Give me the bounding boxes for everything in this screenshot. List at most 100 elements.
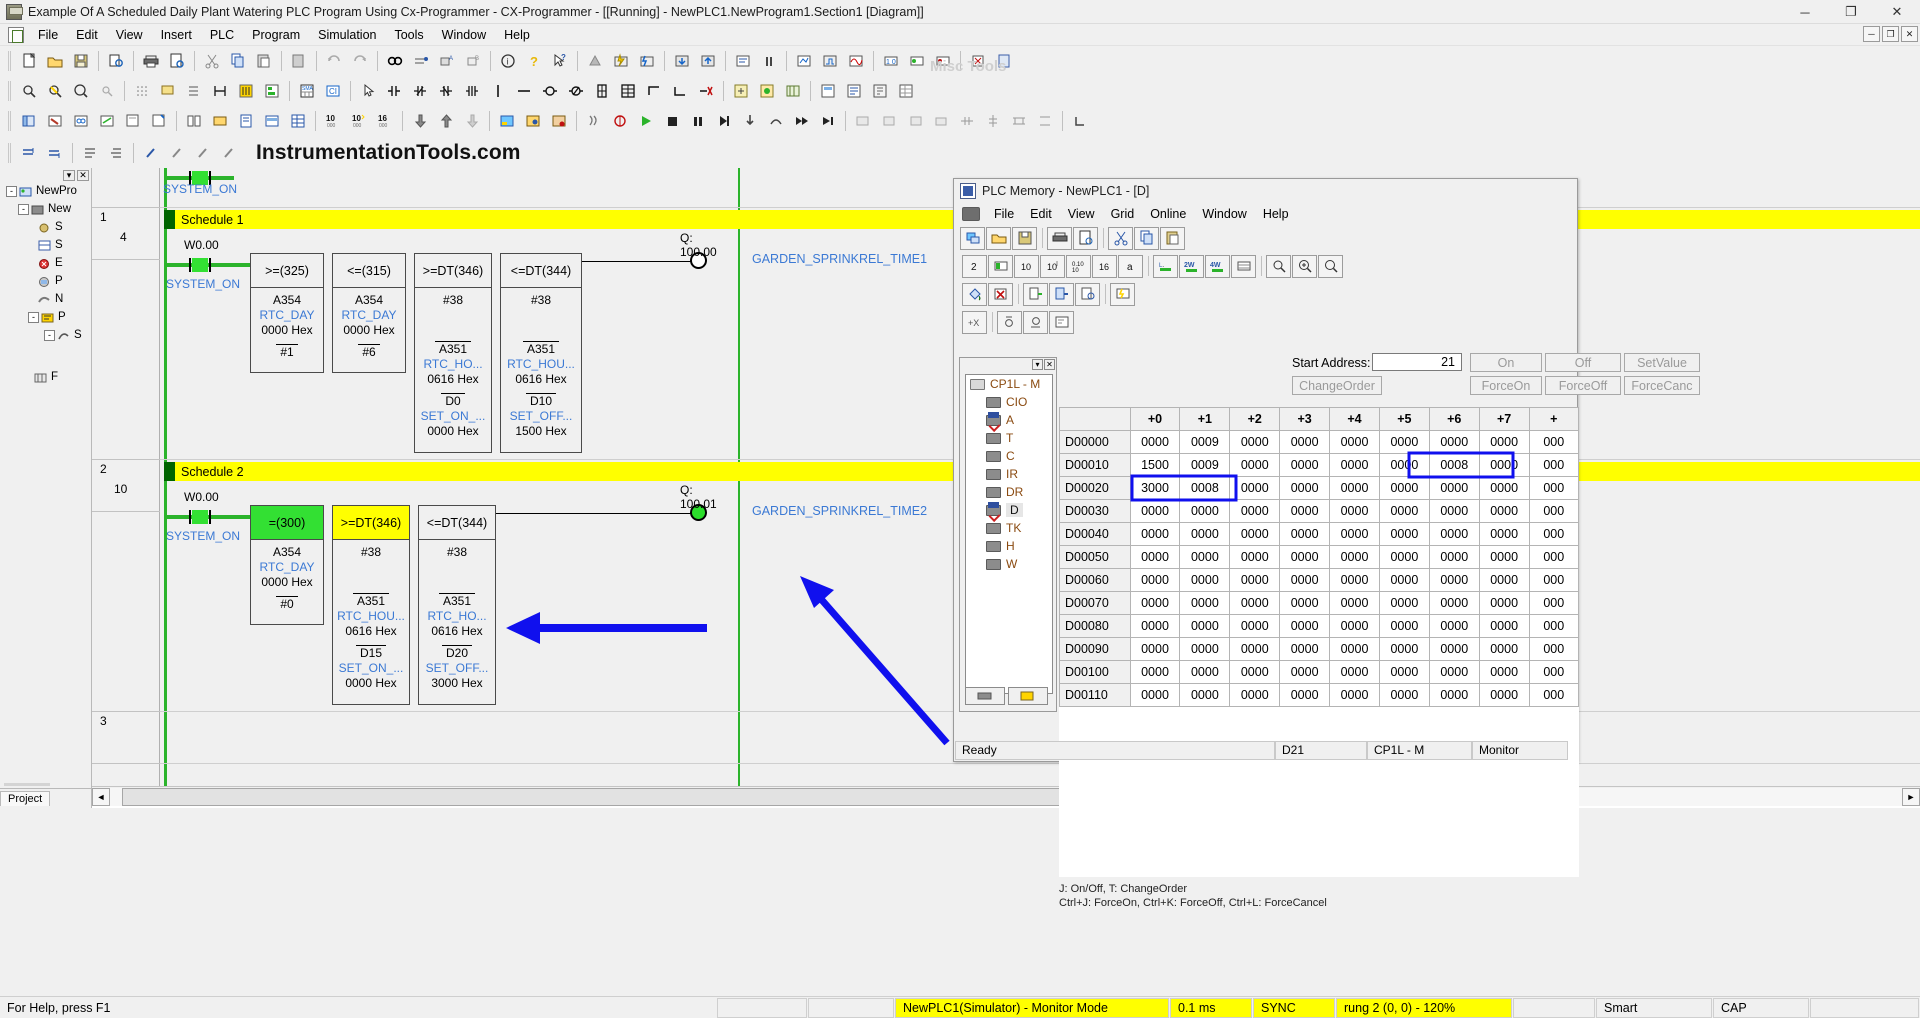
memory-cell[interactable]: 0000 bbox=[1329, 453, 1380, 477]
menu-window[interactable]: Window bbox=[433, 26, 495, 44]
table-row[interactable]: D00020 3000 0008 0000 0000 0000 0000 0000 0000 00… bbox=[1059, 476, 1579, 500]
differential-monitor-icon[interactable] bbox=[817, 49, 843, 73]
menu-view[interactable]: View bbox=[107, 26, 152, 44]
memory-cell[interactable]: 0000 bbox=[1478, 660, 1530, 684]
paste-special-icon[interactable] bbox=[286, 49, 312, 73]
menu-simulation[interactable]: Simulation bbox=[309, 26, 385, 44]
off-button[interactable]: Off bbox=[1545, 353, 1621, 372]
find-prev-icon[interactable]: B bbox=[460, 49, 486, 73]
expand-toggle[interactable]: - bbox=[44, 329, 55, 341]
toolbar-view[interactable]: SMA CI bbox=[0, 76, 1920, 106]
instruction-block-le-315[interactable]: <=(315) A354 RTC_DAY 0000 Hex #6 bbox=[332, 253, 406, 373]
align-bottom-icon[interactable] bbox=[928, 109, 954, 133]
memory-cell[interactable]: 0000 bbox=[1329, 591, 1380, 615]
memory-cell[interactable]: 0000 bbox=[1229, 545, 1281, 569]
memory-tree-dropdown-button[interactable]: ▾ bbox=[1032, 359, 1043, 370]
memory-cell[interactable]: 0000 bbox=[1378, 660, 1430, 684]
memory-cell[interactable]: 0000 bbox=[1478, 591, 1530, 615]
tree-item-symbols[interactable]: S bbox=[0, 218, 91, 236]
memory-cell[interactable]: 0000 bbox=[1229, 453, 1281, 477]
memory-cell[interactable]: 0000 bbox=[1478, 522, 1530, 546]
memory-cell[interactable]: 000 bbox=[1528, 683, 1579, 707]
tree-item-subsection[interactable]: - S bbox=[0, 326, 91, 344]
force-set-icon[interactable] bbox=[904, 49, 930, 73]
memory-transfer-from-plc-icon[interactable] bbox=[1049, 282, 1074, 306]
paste-icon[interactable] bbox=[251, 49, 277, 73]
table-row[interactable]: D00040 0000 0000 0000 0000 0000 0000 0000 0000 00… bbox=[1059, 522, 1579, 546]
memory-cell[interactable]: 0000 bbox=[1478, 568, 1530, 592]
memory-cell[interactable]: 0000 bbox=[1378, 499, 1430, 523]
fb-instance-icon[interactable] bbox=[754, 79, 780, 103]
run-mode-icon[interactable] bbox=[546, 109, 572, 133]
memory-cell[interactable]: 0000 bbox=[1129, 499, 1181, 523]
align-left-icon[interactable] bbox=[850, 109, 876, 133]
memory-cut-icon[interactable] bbox=[1108, 226, 1133, 250]
memory-cell[interactable]: 0000 bbox=[1179, 591, 1231, 615]
memory-cell[interactable]: 1500 bbox=[1129, 453, 1181, 477]
output-coil-rung1[interactable]: Q: 100.00 bbox=[680, 231, 717, 269]
memory-cell[interactable]: 3000 bbox=[1129, 476, 1181, 500]
output-window-icon[interactable] bbox=[42, 109, 68, 133]
properties-window-icon[interactable] bbox=[120, 109, 146, 133]
tab-project[interactable]: Project bbox=[0, 791, 51, 806]
annotation-icon[interactable] bbox=[103, 141, 129, 165]
memory-cell[interactable]: 0000 bbox=[1378, 637, 1430, 661]
memory-cell[interactable]: 0009 bbox=[1179, 430, 1231, 454]
memory-cell[interactable]: 0000 bbox=[1179, 637, 1231, 661]
table-row[interactable]: D00110 0000 0000 0000 0000 0000 0000 0000 0000 00… bbox=[1059, 683, 1579, 707]
distribute-h-icon[interactable] bbox=[954, 109, 980, 133]
save-icon[interactable] bbox=[68, 49, 94, 73]
memory-cell[interactable]: 0000 bbox=[1478, 683, 1530, 707]
work-online-icon[interactable] bbox=[608, 49, 634, 73]
mnemonic-view-icon[interactable] bbox=[867, 79, 893, 103]
set-value-icon[interactable]: 1 0 bbox=[878, 49, 904, 73]
memory-cell[interactable]: 0000 bbox=[1478, 637, 1530, 661]
upload-program-icon[interactable] bbox=[433, 109, 459, 133]
memory-cell[interactable]: 0000 bbox=[1428, 545, 1480, 569]
memory-cell[interactable]: 0000 bbox=[1129, 568, 1181, 592]
table-row[interactable]: D00010 1500 0009 0000 0000 0000 0000 0008 0000 00… bbox=[1059, 453, 1579, 477]
memory-cell[interactable]: 000 bbox=[1528, 499, 1579, 523]
memory-cell[interactable]: 0000 bbox=[1179, 568, 1231, 592]
memory-tree-list-button[interactable] bbox=[1008, 687, 1048, 705]
zoom-100-icon[interactable] bbox=[94, 79, 120, 103]
memory-transfer-to-plc-icon[interactable] bbox=[1023, 282, 1048, 306]
memory-save-icon[interactable] bbox=[1012, 226, 1037, 250]
group-icon[interactable] bbox=[1032, 109, 1058, 133]
normally-open-contact-icon[interactable] bbox=[381, 79, 407, 103]
function-block-icon[interactable] bbox=[589, 79, 615, 103]
memory-cell[interactable]: 0000 bbox=[1129, 430, 1181, 454]
instruction-block-ge-325[interactable]: >=(325) A354 RTC_DAY 0000 Hex #1 bbox=[250, 253, 324, 373]
maximize-button[interactable]: ❐ bbox=[1828, 0, 1874, 24]
memory-tree-item-c[interactable]: C bbox=[966, 447, 1052, 465]
table-row[interactable]: D00060 0000 0000 0000 0000 0000 0000 0000 0000 00… bbox=[1059, 568, 1579, 592]
memory-menu-view[interactable]: View bbox=[1060, 205, 1103, 223]
show-symbols-icon[interactable] bbox=[181, 79, 207, 103]
memory-zoom-in-icon[interactable] bbox=[1292, 254, 1317, 278]
memory-cell[interactable]: 0000 bbox=[1229, 591, 1281, 615]
memory-cell[interactable]: 000 bbox=[1528, 614, 1579, 638]
memory-cell[interactable]: 0000 bbox=[1378, 683, 1430, 707]
compare-programs-icon[interactable] bbox=[181, 109, 207, 133]
memory-tree-footer[interactable] bbox=[965, 687, 1053, 707]
memory-cell[interactable]: 0000 bbox=[1129, 614, 1181, 638]
memory-cell[interactable]: 0000 bbox=[1279, 568, 1331, 592]
download-program-icon[interactable] bbox=[407, 109, 433, 133]
set-value-button[interactable]: SetValue bbox=[1624, 353, 1700, 372]
memory-cell[interactable]: 0000 bbox=[1478, 476, 1530, 500]
menu-program[interactable]: Program bbox=[243, 26, 309, 44]
rung-comment-icon[interactable] bbox=[77, 141, 103, 165]
memory-display-16-icon[interactable]: 16 bbox=[1092, 254, 1117, 278]
force-off-button[interactable]: ForceOff bbox=[1545, 376, 1621, 395]
rung-branch-down-icon[interactable] bbox=[667, 79, 693, 103]
show-address-icon[interactable] bbox=[233, 79, 259, 103]
memory-cell[interactable]: 000 bbox=[1528, 453, 1579, 477]
ladder-color2-icon[interactable] bbox=[164, 141, 190, 165]
memory-cell[interactable]: 0000 bbox=[1279, 683, 1331, 707]
memory-grid-layout-icon[interactable] bbox=[1231, 254, 1256, 278]
mdi-minimize-button[interactable]: ─ bbox=[1863, 26, 1880, 42]
compile-icon[interactable] bbox=[730, 49, 756, 73]
symbol-properties-icon[interactable] bbox=[146, 109, 172, 133]
show-program-tree-icon[interactable] bbox=[259, 79, 285, 103]
memory-area-tree[interactable]: ▾ ✕ CP1L - M CIO A T C IR DR D TK H W bbox=[959, 357, 1057, 712]
